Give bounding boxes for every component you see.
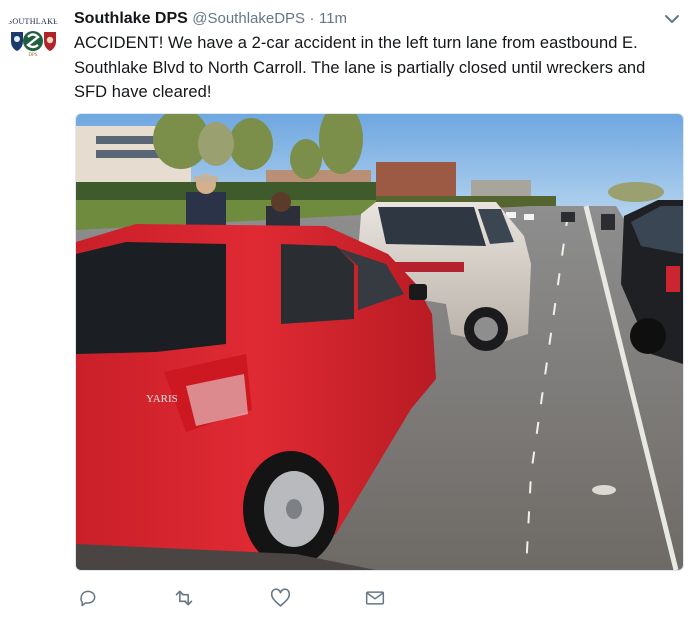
tweet-header: Southlake DPS @SouthlakeDPS · 11m	[74, 8, 347, 30]
tweet-text: ACCIDENT! We have a 2-car accident in th…	[74, 31, 674, 105]
tweet-text-line: SFD have cleared!	[74, 83, 212, 101]
tweet-text-line: Southlake Blvd to North Carroll. The lan…	[74, 58, 646, 77]
avatar-badges-icon	[11, 31, 56, 51]
direct-message-icon[interactable]	[361, 585, 389, 611]
tweet-timestamp[interactable]: 11m	[319, 10, 347, 27]
avatar-wordmark: SOUTHLAKE	[7, 17, 59, 26]
avatar-subtitle: DPS	[28, 53, 38, 58]
chevron-down-icon[interactable]	[662, 10, 682, 28]
tweet-actions	[74, 585, 634, 611]
like-icon[interactable]	[266, 585, 294, 611]
tweet-photo[interactable]: YARIS	[75, 113, 684, 571]
author-handle[interactable]: @SouthlakeDPS	[192, 10, 305, 27]
author-name[interactable]: Southlake DPS	[74, 10, 188, 27]
car-badge: YARIS	[146, 393, 178, 405]
accident-photo: YARIS	[76, 114, 683, 570]
avatar[interactable]: SOUTHLAKE DPS	[6, 8, 60, 62]
tweet-text-line: ACCIDENT! We have a 2-car accident in th…	[74, 34, 638, 52]
retweet-icon[interactable]	[170, 585, 198, 611]
tweet[interactable]: SOUTHLAKE DPS Southlake DPS @SouthlakeDP…	[0, 0, 699, 617]
reply-icon[interactable]	[74, 585, 102, 611]
header-separator: ·	[309, 10, 315, 27]
